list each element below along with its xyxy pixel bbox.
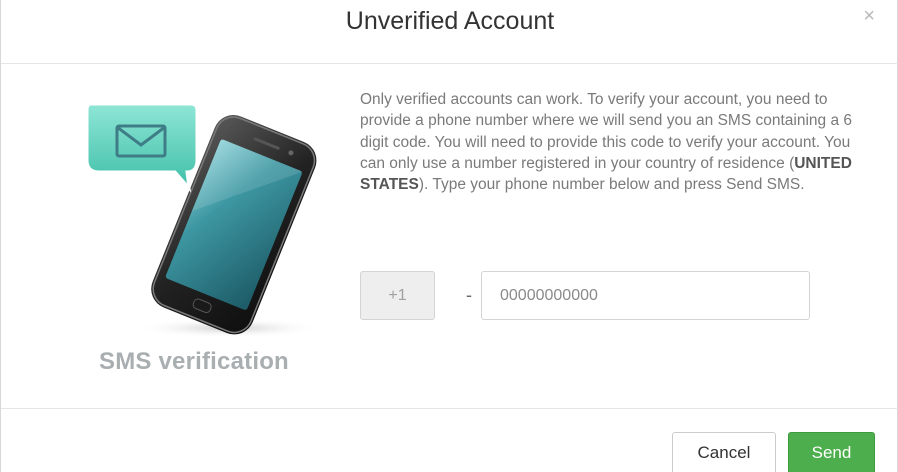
- dialog-footer: Cancel Send: [1, 408, 898, 472]
- phone-separator: -: [466, 285, 472, 305]
- phone-icon: [85, 102, 324, 338]
- speech-bubble-icon: [85, 102, 199, 193]
- country-code-field: +1: [360, 271, 435, 320]
- close-icon[interactable]: ×: [863, 5, 875, 27]
- dialog-header: Unverified Account ×: [1, 0, 898, 64]
- verification-instructions: Only verified accounts can work. To veri…: [360, 89, 860, 195]
- dialog-title: Unverified Account: [345, 7, 555, 35]
- send-button[interactable]: Send: [788, 432, 875, 472]
- phone-number-input[interactable]: [481, 271, 810, 320]
- instructions-text-end: ). Type your phone number below and pres…: [418, 176, 805, 194]
- instructions-text-start: Only verified accounts can work. To veri…: [360, 91, 852, 172]
- verification-dialog: Unverified Account × SMS verification On…: [0, 0, 898, 472]
- sms-verification-caption: SMS verification: [99, 348, 289, 375]
- cancel-button[interactable]: Cancel: [672, 432, 776, 472]
- sms-illustration: [79, 96, 324, 340]
